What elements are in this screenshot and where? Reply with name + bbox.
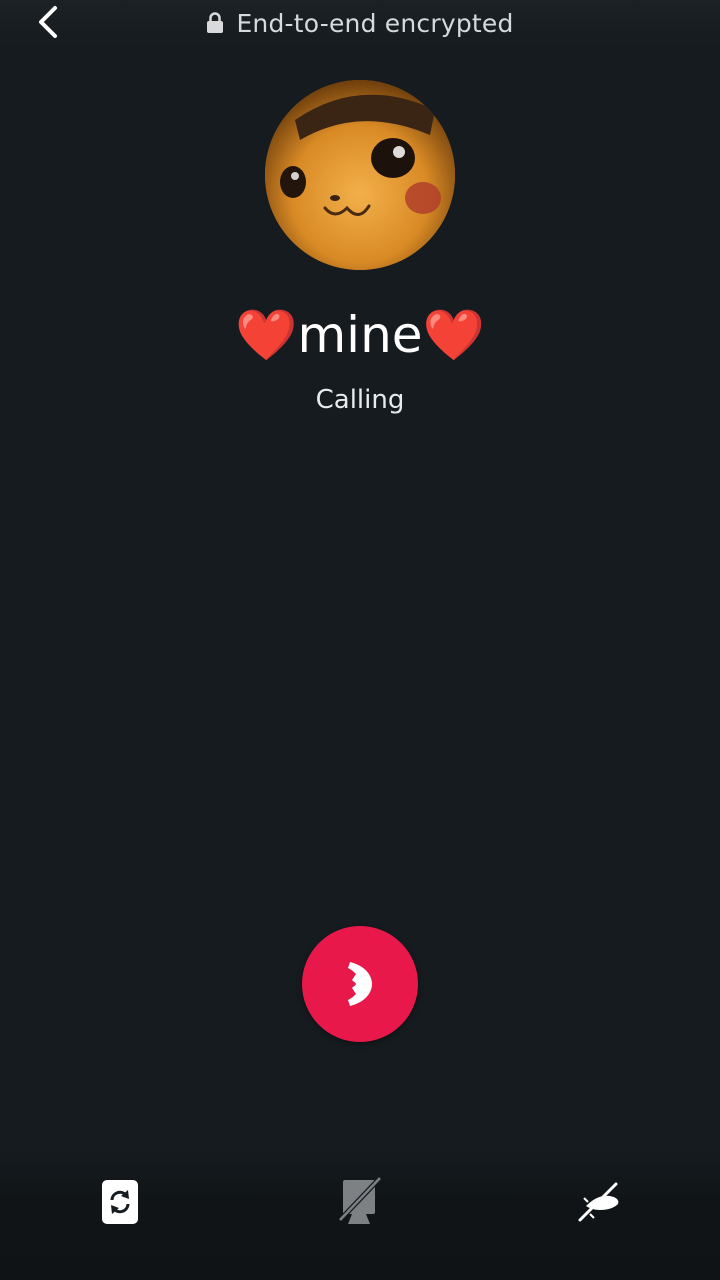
video-off-button[interactable] (320, 1170, 400, 1234)
contact-name: ❤️mine❤️ (235, 306, 485, 364)
end-call-button[interactable] (302, 926, 418, 1042)
mute-button[interactable] (560, 1170, 640, 1234)
contact-avatar (265, 80, 455, 270)
switch-camera-icon (102, 1180, 138, 1224)
call-screen: End-to-end encrypted ❤️mine❤️ Calling (0, 0, 720, 1280)
back-button[interactable] (30, 2, 66, 42)
video-off-icon (338, 1176, 382, 1224)
phone-hangup-icon (348, 962, 372, 1006)
call-status: Calling (315, 385, 405, 415)
chevron-left-icon (39, 6, 57, 38)
switch-camera-button[interactable] (80, 1170, 160, 1234)
mic-off-icon (578, 1182, 619, 1222)
profile-photo (265, 80, 455, 270)
top-bar (0, 0, 720, 46)
